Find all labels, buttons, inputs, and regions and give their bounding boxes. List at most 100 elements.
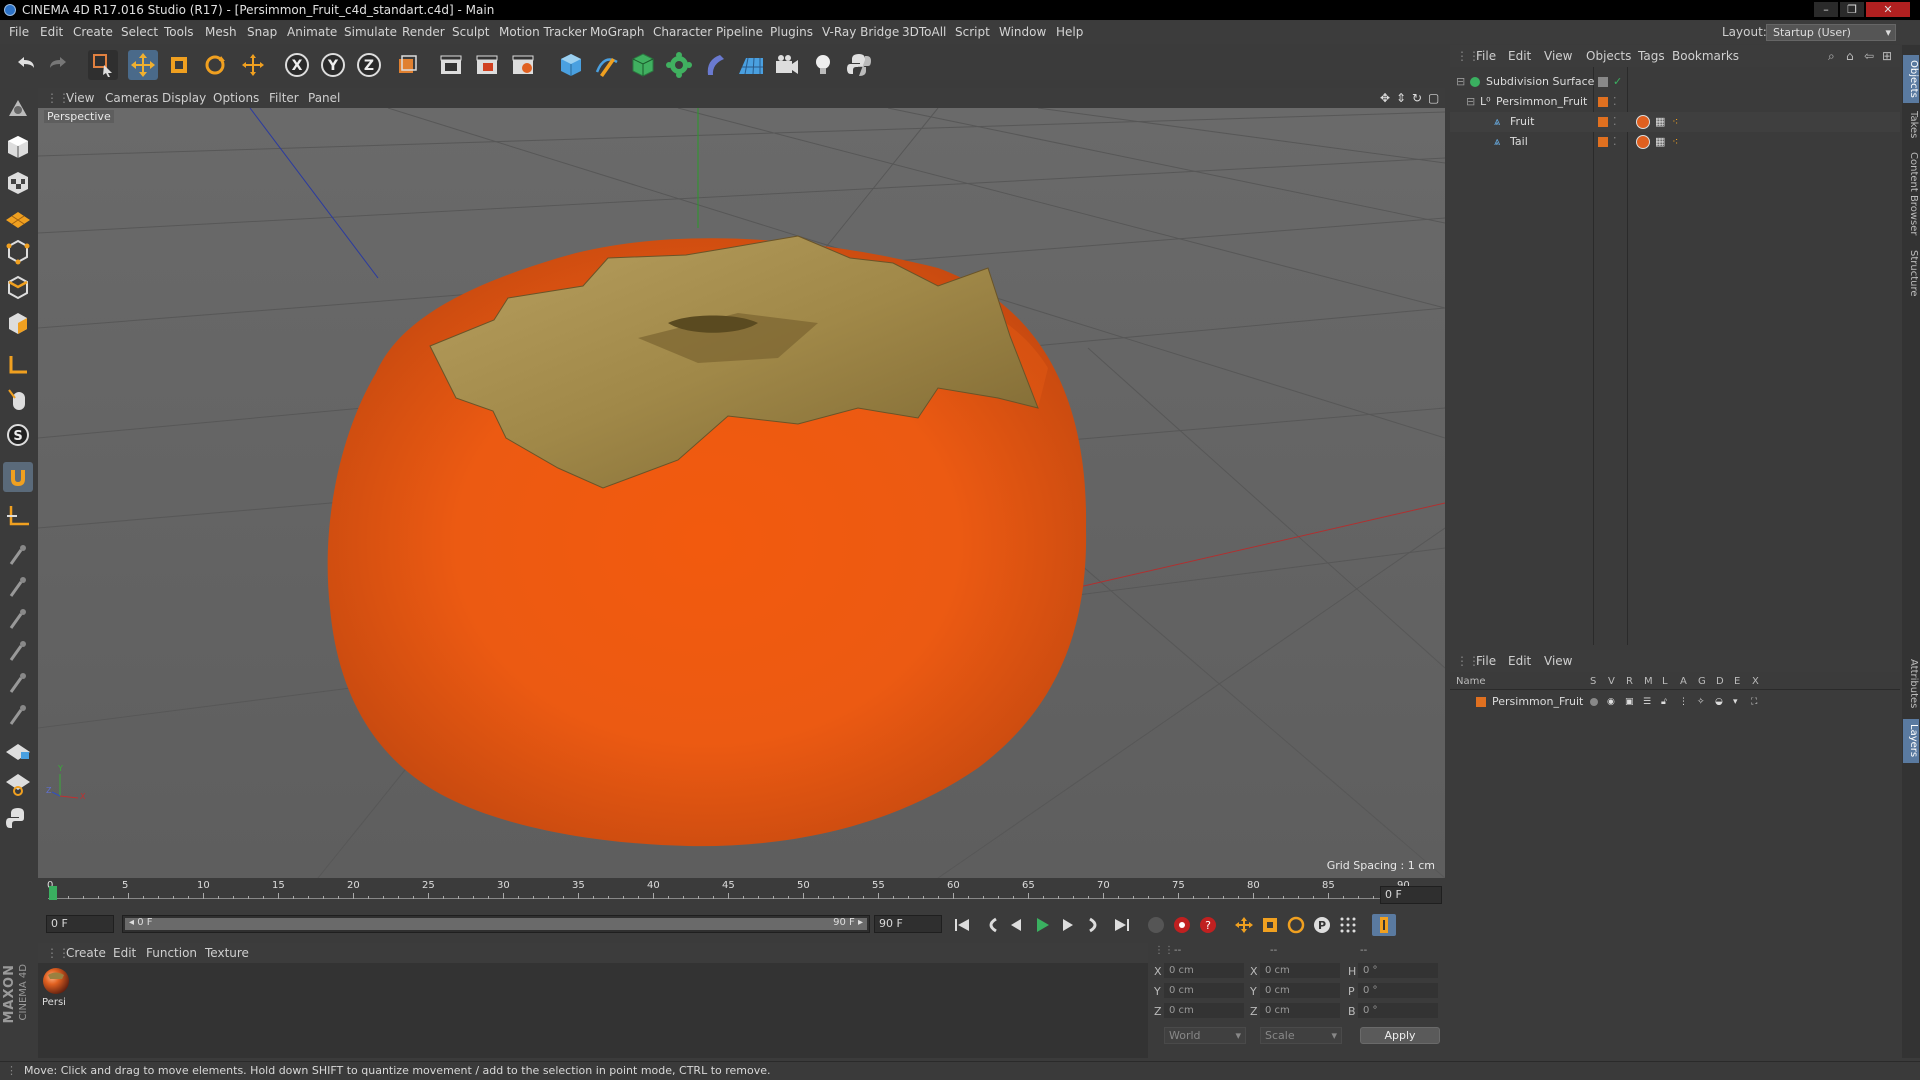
menu-mograph[interactable]: MoGraph	[590, 21, 645, 44]
layer-col-view[interactable]: V	[1608, 674, 1615, 690]
new-window-icon[interactable]: ⊞	[1882, 45, 1892, 67]
add-floor-button[interactable]	[736, 50, 766, 80]
menu-script[interactable]: Script	[955, 21, 990, 44]
axis-mode-button[interactable]	[3, 350, 33, 380]
size-z-field[interactable]: 0 cm	[1260, 1003, 1340, 1018]
layer-menu-file[interactable]: File	[1476, 650, 1496, 672]
collapse-toggle-icon[interactable]: ⊟	[1456, 72, 1465, 92]
magnet-tool-button[interactable]	[3, 462, 33, 492]
rotation-p-field[interactable]: 0 °	[1358, 983, 1438, 998]
menu-render[interactable]: Render	[402, 21, 445, 44]
menu-character[interactable]: Character	[653, 21, 712, 44]
object-menu-tags[interactable]: Tags	[1638, 45, 1665, 67]
tab-attributes[interactable]: Attributes	[1903, 653, 1919, 715]
viewport-menu-options[interactable]: Options	[213, 88, 259, 108]
live-selection-button[interactable]	[88, 50, 118, 80]
object-menu-bookmarks[interactable]: Bookmarks	[1672, 45, 1739, 67]
layer-col-manager[interactable]: M	[1644, 674, 1653, 690]
viewport-pan-icon[interactable]: ✥	[1380, 88, 1390, 108]
material-swatch[interactable]	[42, 967, 70, 995]
position-y-field[interactable]: 0 cm	[1164, 983, 1244, 998]
edges-mode-button[interactable]	[3, 272, 33, 302]
menu-animate[interactable]: Animate	[287, 21, 337, 44]
record-active-button[interactable]	[1170, 914, 1194, 936]
model-mode-button[interactable]	[3, 132, 33, 162]
tab-objects[interactable]: Objects	[1903, 55, 1919, 103]
material-menu-create[interactable]: Create	[66, 943, 106, 963]
enabled-check-icon[interactable]: ✓	[1613, 72, 1622, 92]
object-menu-file[interactable]: File	[1476, 45, 1496, 67]
layer-color-swatch[interactable]	[1476, 697, 1486, 707]
eye-icon[interactable]: ◉	[1607, 692, 1615, 712]
menu-simulate[interactable]: Simulate	[344, 21, 397, 44]
visibility-dots-icon[interactable]: ⁚	[1613, 132, 1617, 152]
layer-row[interactable]: Persimmon_Fruit ◉ ▣ ☰ 🔓︎ ⋮ ✧ ◒ ▾ ⛶	[1450, 692, 1900, 712]
texture-tag-icon[interactable]: ▦	[1655, 132, 1665, 152]
snap-button[interactable]: S	[3, 420, 33, 450]
layer-col-animation[interactable]: A	[1680, 674, 1687, 690]
previous-frame-button[interactable]	[1004, 914, 1028, 936]
add-camera-button[interactable]	[772, 50, 802, 80]
object-menu-edit[interactable]: Edit	[1508, 45, 1531, 67]
render-view-button[interactable]	[436, 50, 466, 80]
go-to-start-button[interactable]	[950, 914, 974, 936]
tab-content-browser[interactable]: Content Browser	[1903, 147, 1919, 241]
menu-motion-tracker[interactable]: Motion Tracker	[499, 21, 587, 44]
menu-file[interactable]: File	[9, 21, 29, 44]
timeline-playhead[interactable]	[49, 886, 57, 900]
menu-plugins[interactable]: Plugins	[770, 21, 813, 44]
material-tag-icon[interactable]	[1636, 135, 1650, 149]
rotation-b-field[interactable]: 0 °	[1358, 1003, 1438, 1018]
tab-takes[interactable]: Takes	[1903, 107, 1919, 143]
material-menu-function[interactable]: Function	[146, 943, 197, 963]
layer-col-xref[interactable]: X	[1752, 674, 1759, 690]
layer-color-swatch[interactable]	[1598, 77, 1608, 87]
add-mograph-button[interactable]	[664, 50, 694, 80]
next-frame-button[interactable]	[1056, 914, 1080, 936]
render-picture-viewer-button[interactable]	[472, 50, 502, 80]
scale-tool-button[interactable]	[164, 50, 194, 80]
expression-icon[interactable]: ▾	[1733, 692, 1738, 712]
restore-button[interactable]: ❐	[1840, 2, 1864, 17]
sculpt-brush-1-button[interactable]	[3, 540, 33, 570]
add-light-button[interactable]	[808, 50, 838, 80]
menu-vray-bridge[interactable]: V-Ray Bridge	[822, 21, 899, 44]
menu-tools[interactable]: Tools	[164, 21, 194, 44]
add-cube-button[interactable]	[556, 50, 586, 80]
key-rotation-button[interactable]	[1284, 914, 1308, 936]
python-script-button[interactable]	[3, 804, 33, 834]
object-row[interactable]: ⊟ L⁰ Persimmon_Fruit ⁚	[1450, 92, 1900, 112]
material-menu-edit[interactable]: Edit	[113, 943, 136, 963]
texture-tag-icon[interactable]: ▦	[1655, 112, 1665, 132]
add-deformer-button[interactable]	[700, 50, 730, 80]
redo-button[interactable]	[44, 50, 74, 80]
object-menu-view[interactable]: View	[1544, 45, 1572, 67]
search-icon[interactable]: ⌕	[1828, 45, 1835, 67]
frame-range-bar[interactable]	[125, 918, 867, 930]
menu-edit[interactable]: Edit	[40, 21, 63, 44]
collapse-toggle-icon[interactable]: ⊟	[1466, 92, 1475, 112]
render-icon[interactable]: ▣	[1625, 692, 1634, 712]
timeline-layout-button[interactable]	[1372, 914, 1396, 936]
render-settings-button[interactable]	[508, 50, 538, 80]
previous-key-button[interactable]	[980, 914, 1004, 936]
menu-3dtoall[interactable]: 3DToAll	[902, 21, 946, 44]
points-mode-button[interactable]	[3, 236, 33, 266]
visibility-dots-icon[interactable]: ⁚	[1613, 92, 1617, 112]
add-spline-button[interactable]	[592, 50, 622, 80]
tab-structure[interactable]: Structure	[1903, 245, 1919, 301]
record-disabled-button[interactable]	[1144, 914, 1168, 936]
position-x-field[interactable]: 0 cm	[1164, 963, 1244, 978]
deformer-icon[interactable]: ◒	[1715, 692, 1723, 712]
solo-toggle-icon[interactable]	[1590, 698, 1598, 706]
visibility-dots-icon[interactable]: ⁚	[1613, 112, 1617, 132]
key-parameter-button[interactable]: P	[1310, 914, 1334, 936]
layer-color-swatch[interactable]	[1598, 97, 1608, 107]
layer-menu-view[interactable]: View	[1544, 650, 1572, 672]
viewport-menu-display[interactable]: Display	[162, 88, 206, 108]
texture-mode-button[interactable]	[3, 168, 33, 198]
menu-sculpt[interactable]: Sculpt	[452, 21, 489, 44]
menu-snap[interactable]: Snap	[247, 21, 277, 44]
close-button[interactable]: ✕	[1866, 2, 1910, 17]
layer-col-deformers[interactable]: D	[1716, 674, 1724, 690]
